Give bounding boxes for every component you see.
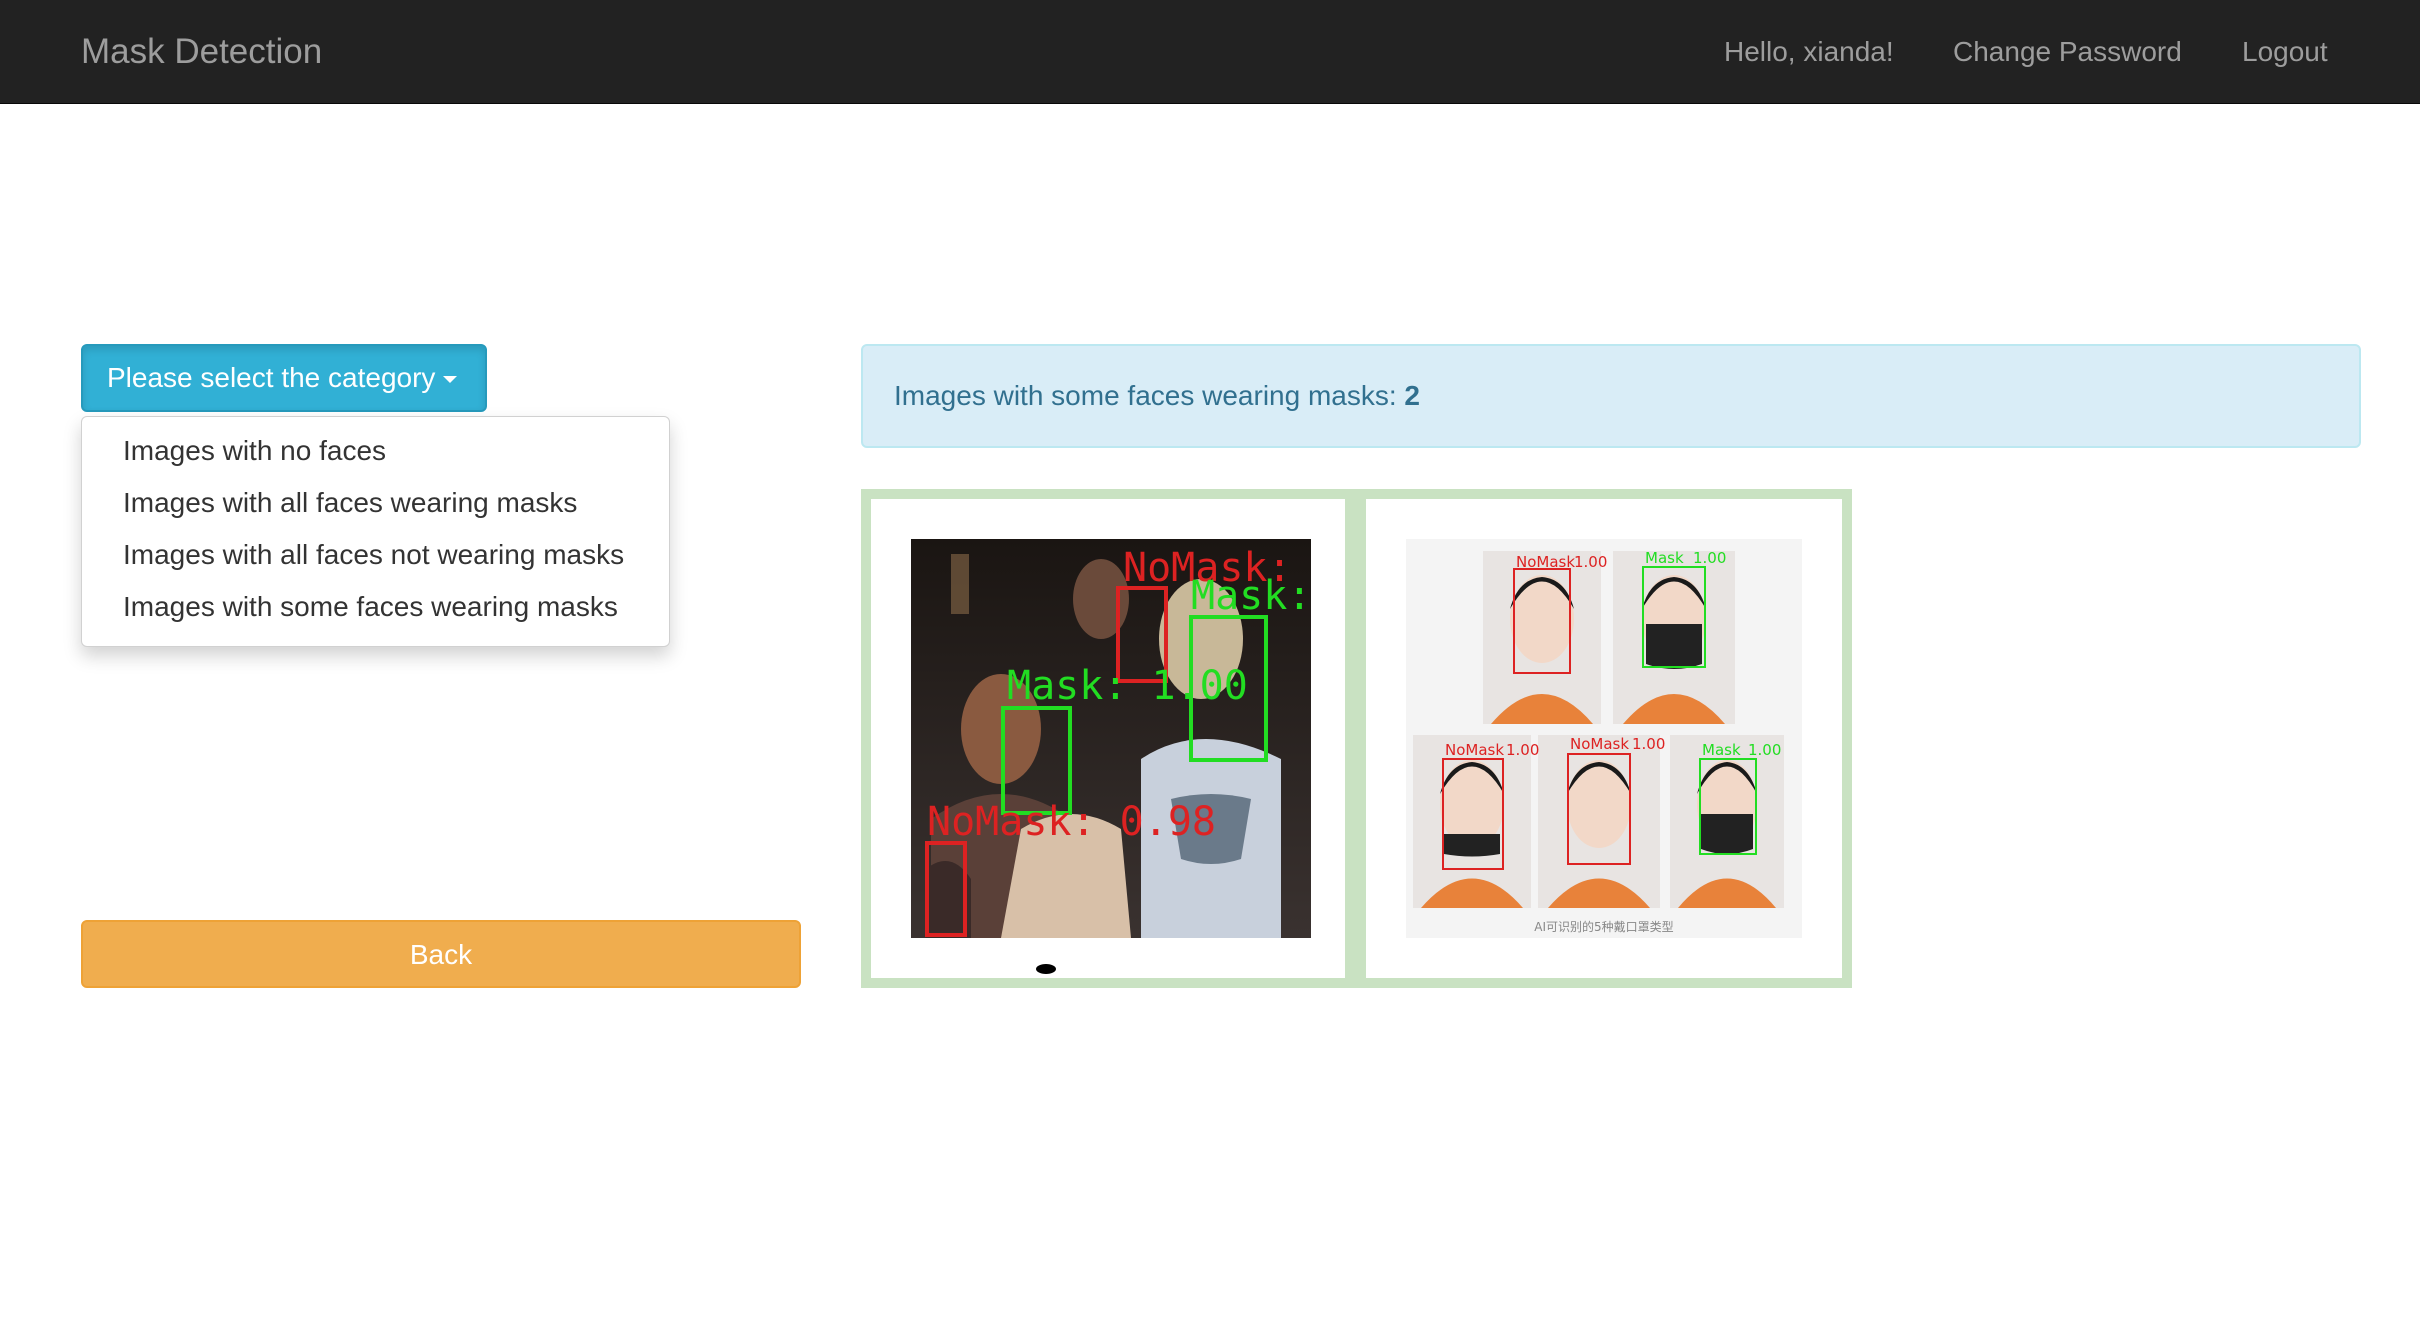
label-score-3: 1.00 — [1506, 741, 1539, 759]
label-mask-center: Mask: 1.00 — [1007, 663, 1248, 709]
caret-down-icon — [443, 376, 458, 384]
category-dropdown-button[interactable]: Please select the category — [81, 344, 487, 412]
label-mask-1: Mask — [1645, 549, 1684, 567]
mask-types-image: NoMask 1.00 Mask 1.00 NoMask 1.00 NoMask… — [1406, 539, 1802, 938]
label-mask-right: Mask: — [1191, 573, 1311, 619]
result-count: 2 — [1404, 380, 1420, 411]
label-nomask-1: NoMask — [1516, 553, 1575, 571]
label-nomask-2: NoMask — [1445, 741, 1504, 759]
label-nomask-bottom: NoMask: 0.98 — [927, 799, 1216, 845]
brand-link[interactable]: Mask Detection — [81, 0, 322, 104]
result-image-1[interactable]: NoMask: Mask: Mask: 1.00 NoMask: 0.98 — [871, 499, 1345, 978]
label-score-1: 1.00 — [1574, 553, 1607, 571]
group-photo-image: NoMask: Mask: Mask: 1.00 NoMask: 0.98 — [911, 539, 1311, 974]
category-dropdown-label: Please select the category — [107, 362, 436, 393]
category-option-no-faces[interactable]: Images with no faces — [82, 425, 669, 477]
result-label: Images with some faces wearing masks: — [894, 380, 1397, 411]
result-alert: Images with some faces wearing masks: 2 — [861, 344, 2361, 448]
category-option-all-masked[interactable]: Images with all faces wearing masks — [82, 477, 669, 529]
label-score-5: 1.00 — [1748, 741, 1781, 759]
label-score-2: 1.00 — [1693, 549, 1726, 567]
logout-link[interactable]: Logout — [2242, 0, 2328, 104]
category-option-all-unmasked[interactable]: Images with all faces not wearing masks — [82, 529, 669, 581]
category-option-some-masked[interactable]: Images with some faces wearing masks — [82, 581, 669, 633]
back-button[interactable]: Back — [81, 920, 801, 988]
category-dropdown-menu: Images with no faces Images with all fac… — [81, 416, 670, 647]
user-greeting-link[interactable]: Hello, xianda! — [1724, 0, 1894, 104]
change-password-link[interactable]: Change Password — [1953, 0, 2182, 104]
image-caption: AI可识别的5种戴口罩类型 — [1534, 919, 1673, 934]
label-nomask-3: NoMask — [1570, 735, 1629, 753]
result-image-2[interactable]: NoMask 1.00 Mask 1.00 NoMask 1.00 NoMask… — [1366, 499, 1842, 978]
image-gallery: NoMask: Mask: Mask: 1.00 NoMask: 0.98 No… — [861, 489, 1852, 988]
label-score-4: 1.00 — [1632, 735, 1665, 753]
label-mask-2: Mask — [1702, 741, 1741, 759]
navbar: Mask Detection Hello, xianda! Change Pas… — [0, 0, 2420, 104]
